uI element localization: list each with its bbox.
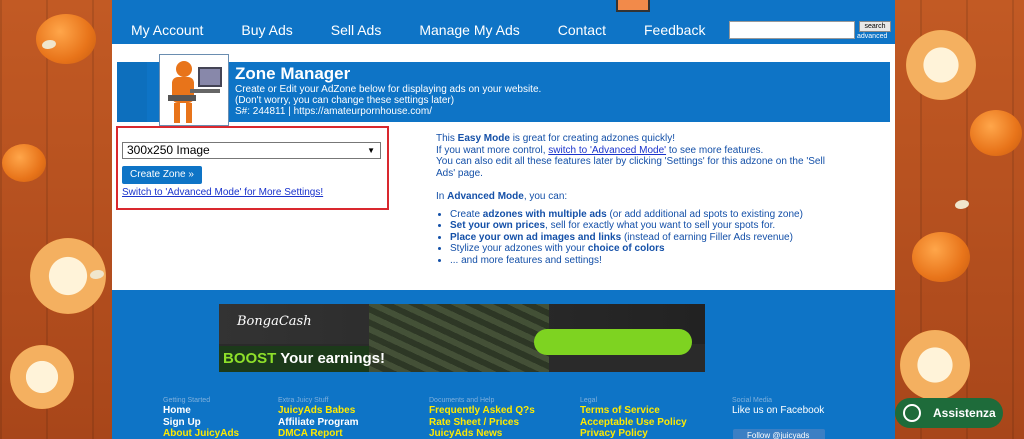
footer-link-dmca[interactable]: DMCA Report — [278, 428, 359, 439]
switch-advanced-link[interactable]: switch to 'Advanced Mode' — [548, 145, 666, 156]
footer-link-news[interactable]: JuicyAds News — [429, 428, 535, 439]
pumpkin-decoration — [2, 144, 46, 182]
advanced-mode-link[interactable]: Switch to 'Advanced Mode' for More Setti… — [122, 187, 323, 198]
nav-manage-my-ads[interactable]: Manage My Ads — [400, 20, 538, 42]
pie-decoration — [906, 30, 976, 100]
footer-heading: Getting Started — [163, 397, 211, 404]
list-item: Place your own ad images and links (inst… — [450, 232, 826, 244]
info-text: is great for creating adzones quickly! — [509, 133, 676, 144]
create-zone-button[interactable]: Create Zone » — [122, 166, 202, 184]
pie-decoration — [10, 345, 74, 409]
header-note: (Don't worry, you can change these setti… — [235, 95, 455, 106]
feature-list: Create adzones with multiple ads (or add… — [450, 209, 826, 267]
info-text: This — [436, 133, 458, 144]
nav-feedback[interactable]: Feedback — [625, 20, 724, 42]
twitter-follow-button[interactable]: Follow @juicyads — [733, 429, 825, 439]
footer-link-babes[interactable]: JuicyAds Babes — [278, 405, 359, 417]
footer-col-getting-started: Getting Started Home Sign Up About Juicy… — [163, 396, 239, 439]
footer-heading: Social Media — [732, 397, 773, 404]
footer-link-rates[interactable]: Rate Sheet / Prices — [429, 417, 535, 429]
nav-buy-ads[interactable]: Buy Ads — [222, 20, 311, 42]
assistenza-chat-button[interactable]: Assistenza — [895, 398, 1003, 428]
site-logo[interactable] — [616, 0, 650, 12]
pie-decoration — [900, 330, 970, 400]
search-button[interactable]: search — [859, 21, 891, 32]
nav-menu: My Account Buy Ads Sell Ads Manage My Ad… — [112, 20, 724, 42]
info-text: In — [436, 191, 448, 202]
list-item: ... and more features and settings! — [450, 255, 826, 267]
footer-link-faq[interactable]: Frequently Asked Q?s — [429, 405, 535, 417]
zone-size-value: 300x250 Image — [127, 143, 210, 157]
nav-my-account[interactable]: My Account — [112, 20, 222, 42]
header-description: Create or Edit your AdZone below for dis… — [235, 84, 542, 95]
banner-money-image — [369, 304, 549, 372]
assistenza-label: Assistenza — [933, 406, 996, 420]
info-paragraph: In Advanced Mode, you can: — [436, 191, 826, 203]
footer-link-facebook[interactable]: Like us on Facebook — [732, 405, 824, 417]
info-paragraph: This Easy Mode is great for creating adz… — [436, 133, 826, 145]
footer-link-affiliate[interactable]: Affiliate Program — [278, 417, 359, 429]
footer-link-privacy[interactable]: Privacy Policy — [580, 428, 687, 439]
footer-col-legal: Legal Terms of Service Acceptable Use Po… — [580, 396, 687, 439]
footer-heading: Documents and Help — [429, 397, 495, 404]
page-title: Zone Manager — [235, 64, 351, 83]
info-paragraph: If you want more control, switch to 'Adv… — [436, 145, 826, 157]
search-input[interactable] — [729, 21, 855, 39]
whatsapp-icon — [903, 404, 921, 422]
footer-col-extra: Extra Juicy Stuff JuicyAds Babes Affilia… — [278, 396, 359, 439]
header-accent-block — [117, 62, 147, 122]
footer-heading: Extra Juicy Stuff — [278, 397, 329, 404]
info-bold: Easy Mode — [457, 133, 510, 144]
banner-cta-pill — [534, 329, 692, 355]
footer-col-social: Social Media Like us on Facebook — [732, 396, 824, 417]
pumpkin-decoration — [970, 110, 1022, 156]
mode-info: This Easy Mode is great for creating adz… — [436, 133, 826, 266]
site-id: S#: 244811 | https://amateurpornhouse.co… — [235, 106, 432, 117]
ad-banner[interactable]: BongaCash BOOST Your earnings! — [219, 304, 705, 372]
zone-size-select[interactable]: 300x250 Image ▼ — [122, 142, 381, 159]
banner-logo: BongaCash — [237, 314, 312, 329]
nav-contact[interactable]: Contact — [539, 20, 625, 42]
info-text: If you want more control, — [436, 144, 549, 156]
footer-heading: Legal — [580, 397, 598, 404]
footer-link-about[interactable]: About JuicyAds — [163, 428, 239, 439]
list-item: Set your own prices, sell for exactly wh… — [450, 220, 826, 232]
footer-link-home[interactable]: Home — [163, 405, 239, 417]
chevron-down-icon: ▼ — [367, 146, 375, 155]
info-paragraph: You can also edit all these features lat… — [436, 156, 825, 179]
info-text: to see more features. — [666, 144, 764, 156]
footer-col-docs: Documents and Help Frequently Asked Q?s … — [429, 396, 535, 439]
main-page: My Account Buy Ads Sell Ads Manage My Ad… — [112, 0, 895, 439]
list-item: Create adzones with multiple ads (or add… — [450, 209, 826, 221]
zone-manager-avatar — [159, 54, 229, 126]
info-bold: Advanced Mode — [447, 191, 524, 202]
seed-decoration — [955, 200, 969, 209]
footer-link-signup[interactable]: Sign Up — [163, 417, 239, 429]
advanced-search-link[interactable]: advanced — [857, 33, 887, 40]
zone-form-panel: 300x250 Image ▼ Create Zone » Switch to … — [116, 126, 389, 210]
list-item: Stylize your adzones with your choice of… — [450, 243, 826, 255]
footer-link-tos[interactable]: Terms of Service — [580, 405, 687, 417]
pumpkin-decoration — [912, 232, 970, 282]
banner-slogan: BOOST Your earnings! — [223, 350, 385, 367]
info-text: , you can: — [523, 191, 568, 202]
nav-sell-ads[interactable]: Sell Ads — [312, 20, 401, 42]
zone-manager-header: Zone Manager Create or Edit your AdZone … — [117, 54, 890, 126]
footer-link-aup[interactable]: Acceptable Use Policy — [580, 417, 687, 429]
pumpkin-decoration — [36, 14, 96, 64]
